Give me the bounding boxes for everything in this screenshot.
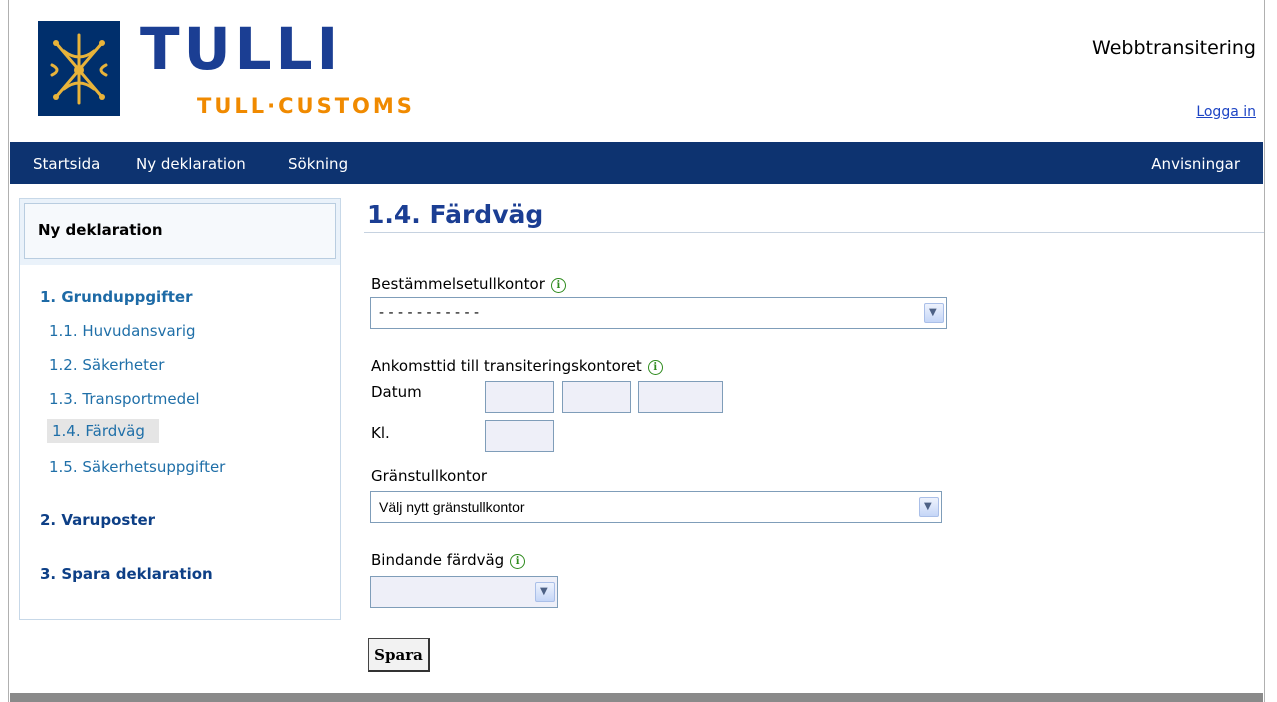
sidebar-section-varuposter[interactable]: 2. Varuposter bbox=[40, 511, 155, 529]
nav-startsida[interactable]: Startsida bbox=[33, 155, 100, 173]
title-divider bbox=[364, 232, 1264, 233]
brand-subtitle: TULL·CUSTOMS bbox=[197, 94, 415, 118]
dest-office-label-row: Bestämmelsetullkontor i bbox=[371, 275, 566, 293]
sidebar-item-fardvag[interactable]: 1.4. Färdväg bbox=[47, 419, 159, 443]
time-label: Kl. bbox=[371, 424, 390, 442]
date-label: Datum bbox=[371, 383, 422, 401]
dest-office-select[interactable]: - - - - - - - - - - - ▼ bbox=[370, 297, 947, 329]
save-button[interactable]: Spara bbox=[368, 638, 430, 672]
date-day-input[interactable] bbox=[485, 381, 554, 413]
border-office-select[interactable]: Välj nytt gränstullkontor ▼ bbox=[370, 491, 942, 523]
sidebar-title: Ny deklaration bbox=[38, 221, 163, 239]
sidebar: Ny deklaration 1. Grunduppgifter 1.1. Hu… bbox=[19, 198, 341, 620]
brand-name: TULLI bbox=[140, 15, 343, 83]
info-icon[interactable]: i bbox=[647, 360, 663, 375]
page-title: 1.4. Färdväg bbox=[367, 200, 544, 229]
login-link[interactable]: Logga in bbox=[1196, 104, 1256, 120]
arrival-time-label: Ankomsttid till transiteringskontoret bbox=[371, 357, 642, 375]
sidebar-item-huvudansvarig[interactable]: 1.1. Huvudansvarig bbox=[49, 322, 196, 340]
nav-sokning[interactable]: Sökning bbox=[288, 155, 348, 173]
sidebar-item-sakerheter[interactable]: 1.2. Säkerheter bbox=[49, 356, 164, 374]
nav-anvisningar[interactable]: Anvisningar bbox=[1151, 155, 1240, 173]
footer-bar bbox=[10, 693, 1263, 702]
sidebar-section-spara[interactable]: 3. Spara deklaration bbox=[40, 565, 213, 583]
chevron-down-icon[interactable]: ▼ bbox=[535, 582, 555, 602]
main-nav: Startsida Ny deklaration Sökning Anvisni… bbox=[10, 142, 1263, 184]
sidebar-item-transportmedel[interactable]: 1.3. Transportmedel bbox=[49, 390, 200, 408]
sidebar-item-sakerhetsuppgifter[interactable]: 1.5. Säkerhetsuppgifter bbox=[49, 458, 225, 476]
sidebar-header: Ny deklaration bbox=[20, 199, 340, 265]
binding-route-select[interactable]: ▼ bbox=[370, 576, 558, 608]
customs-emblem-icon bbox=[38, 21, 120, 116]
arrival-label-row: Ankomsttid till transiteringskontoret i bbox=[371, 357, 663, 375]
chevron-down-icon[interactable]: ▼ bbox=[924, 303, 944, 323]
site-title: Webbtransitering bbox=[1092, 37, 1256, 59]
date-month-input[interactable] bbox=[562, 381, 631, 413]
border-office-value: Välj nytt gränstullkontor bbox=[379, 499, 525, 515]
border-office-label: Gränstullkontor bbox=[371, 467, 488, 485]
sidebar-section-grunduppgifter[interactable]: 1. Grunduppgifter bbox=[40, 288, 192, 306]
dest-office-value: - - - - - - - - - - - bbox=[379, 305, 480, 321]
binding-route-label-row: Bindande färdväg i bbox=[371, 551, 526, 569]
dest-office-label: Bestämmelsetullkontor bbox=[371, 275, 545, 293]
info-icon[interactable]: i bbox=[510, 554, 526, 569]
binding-route-label: Bindande färdväg bbox=[371, 551, 505, 569]
info-icon[interactable]: i bbox=[550, 278, 566, 293]
date-year-input[interactable] bbox=[638, 381, 723, 413]
nav-ny-deklaration[interactable]: Ny deklaration bbox=[136, 155, 246, 173]
time-input[interactable] bbox=[485, 420, 554, 452]
chevron-down-icon[interactable]: ▼ bbox=[919, 497, 939, 517]
